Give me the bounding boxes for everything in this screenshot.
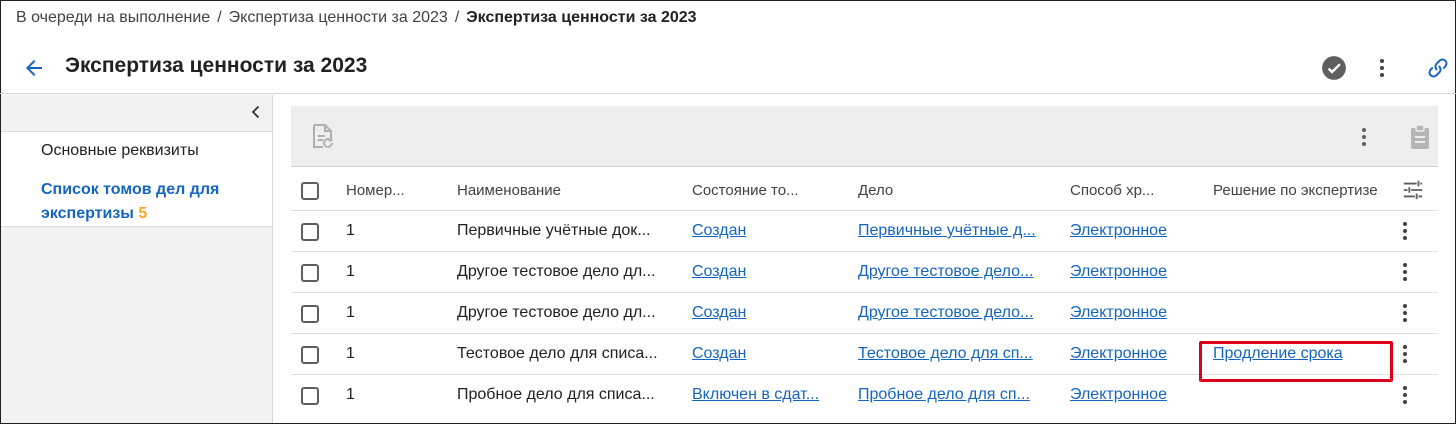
cell-name: Другое тестовое дело дл... [457,304,656,321]
cell-case-link[interactable]: Другое тестовое дело... [858,252,1043,292]
column-header-number[interactable]: Номер... [346,170,408,210]
column-header-name[interactable]: Наименование [457,170,677,210]
chevron-left-icon[interactable] [245,101,267,123]
row-menu-icon[interactable] [1394,261,1416,283]
table-row[interactable]: 1 Другое тестовое дело дл... Создан Друг… [291,293,1438,334]
cell-state-link[interactable]: Создан [692,211,832,251]
sidebar-item-label: Список томов дел для экспертизы [41,181,220,222]
cell-state-link[interactable]: Включен в сдат... [692,375,832,415]
cell-state-link[interactable]: Создан [692,334,832,374]
more-vertical-icon[interactable] [1350,123,1378,151]
column-header-storage[interactable]: Способ хр... [1070,170,1190,210]
check-circle-icon[interactable] [1320,54,1348,82]
cell-storage-link[interactable]: Электронное [1070,334,1190,374]
cell-name: Тестовое дело для списа... [457,345,658,362]
row-menu-icon[interactable] [1394,302,1416,324]
column-header-state[interactable]: Состояние то... [692,170,832,210]
cell-state-link[interactable]: Создан [692,293,832,333]
link-icon[interactable] [1424,54,1452,82]
cell-number: 1 [346,222,355,239]
row-checkbox[interactable] [301,223,319,241]
select-all-checkbox[interactable] [301,182,319,200]
clipboard-icon[interactable] [1406,123,1434,151]
table-toolbar [291,106,1438,167]
row-checkbox[interactable] [301,387,319,405]
cell-name: Пробное дело для списа... [457,386,655,403]
back-arrow-icon[interactable] [20,54,48,82]
table-row[interactable]: 1 Другое тестовое дело дл... Создан Друг… [291,252,1438,293]
sidebar-item-count: 5 [138,205,148,222]
cell-state-link[interactable]: Создан [692,252,832,292]
column-header-case[interactable]: Дело [858,170,1048,210]
sidebar-item-volumes-list[interactable]: Список томов дел для экспертизы 5 [41,178,241,226]
cell-decision-link[interactable] [1213,252,1389,292]
sidebar-item-main-details[interactable]: Основные реквизиты [41,142,199,160]
row-menu-icon[interactable] [1394,384,1416,406]
cell-number: 1 [346,263,355,280]
cell-case-link[interactable]: Тестовое дело для сп... [858,334,1043,374]
cell-storage-link[interactable]: Электронное [1070,293,1190,333]
page-header: Экспертиза ценности за 2023 [0,40,1456,94]
cell-name: Первичные учётные док... [457,222,651,239]
cell-decision-link[interactable] [1213,211,1389,251]
document-refresh-icon[interactable] [310,123,338,151]
row-menu-icon[interactable] [1394,220,1416,242]
page-title: Экспертиза ценности за 2023 [65,54,368,77]
breadcrumb-item-queue[interactable]: В очереди на выполнение [16,9,210,27]
breadcrumb: В очереди на выполнение / Экспертиза цен… [16,8,697,28]
breadcrumb-item-current: Экспертиза ценности за 2023 [466,9,697,26]
cell-storage-link[interactable]: Электронное [1070,211,1190,251]
cell-number: 1 [346,386,355,403]
cell-case-link[interactable]: Другое тестовое дело... [858,293,1043,333]
breadcrumb-separator: / [217,9,222,26]
table-header-row: Номер... Наименование Состояние то... Де… [291,170,1438,211]
more-vertical-icon[interactable] [1368,54,1396,82]
cell-number: 1 [346,345,355,362]
cell-storage-link[interactable]: Электронное [1070,252,1190,292]
table-row[interactable]: 1 Первичные учётные док... Создан Первич… [291,211,1438,252]
row-menu-icon[interactable] [1394,343,1416,365]
column-header-decision[interactable]: Решение по экспертизе [1213,170,1389,210]
row-checkbox[interactable] [301,305,319,323]
cell-storage-link[interactable]: Электронное [1070,375,1190,415]
row-checkbox[interactable] [301,264,319,282]
cell-decision-link[interactable] [1213,293,1389,333]
cell-case-link[interactable]: Первичные учётные д... [858,211,1043,251]
decision-highlight-box [1199,341,1393,382]
sidebar: Основные реквизиты Список томов дел для … [1,95,273,423]
column-settings-icon[interactable] [1402,179,1424,201]
cell-number: 1 [346,304,355,321]
breadcrumb-item-expertise[interactable]: Экспертиза ценности за 2023 [229,9,448,27]
breadcrumb-separator: / [454,9,460,26]
sidebar-nav: Основные реквизиты Список томов дел для … [1,131,272,227]
row-checkbox[interactable] [301,346,319,364]
cell-case-link[interactable]: Пробное дело для сп... [858,375,1043,415]
cell-name: Другое тестовое дело дл... [457,263,656,280]
